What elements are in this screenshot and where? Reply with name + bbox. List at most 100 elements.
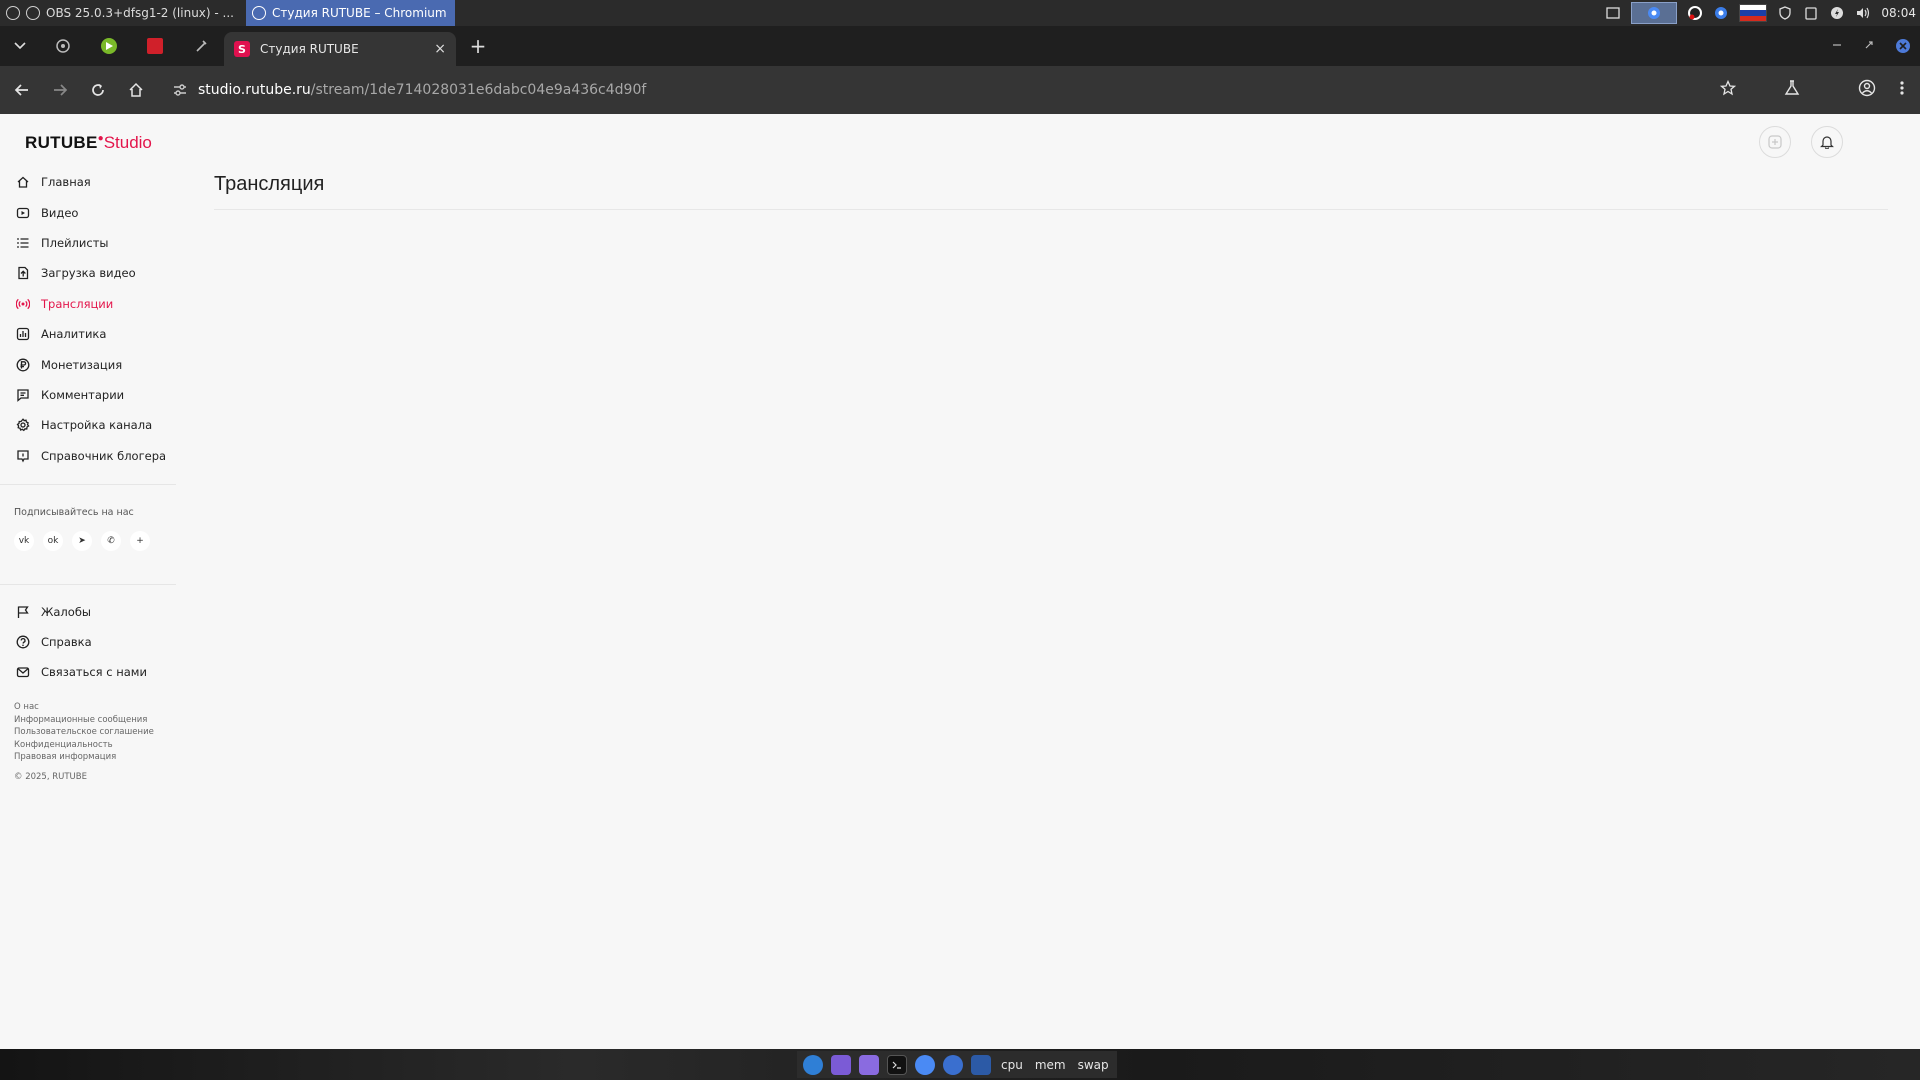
video-icon xyxy=(16,206,30,220)
comment-icon xyxy=(16,388,30,402)
window-controls xyxy=(1832,39,1920,53)
sidebar-item-analytics[interactable]: Аналитика xyxy=(0,319,178,349)
notifications-button[interactable] xyxy=(1811,126,1843,158)
footer-link[interactable]: Конфиденциальность xyxy=(14,739,154,752)
browser-dock-icon[interactable] xyxy=(943,1054,963,1075)
sidebar-item-upload[interactable]: Загрузка видео xyxy=(0,258,178,288)
sidebar-item-help[interactable]: Справка xyxy=(0,627,178,657)
record-extension-button[interactable] xyxy=(132,26,178,66)
taskbar-item-obs[interactable]: OBS 25.0.3+dfsg1-2 (linux) - ... xyxy=(0,0,242,26)
sidebar-item-ruble[interactable]: Монетизация xyxy=(0,349,178,379)
title-divider xyxy=(214,209,1888,210)
swap-monitor[interactable]: swap xyxy=(1076,1058,1111,1072)
sidebar-item-label: Плейлисты xyxy=(41,235,109,250)
chevron-down-icon xyxy=(14,42,26,50)
rutube-favicon-icon: S xyxy=(234,41,250,57)
sidebar-item-comment[interactable]: Комментарии xyxy=(0,380,178,410)
minimize-icon[interactable] xyxy=(1832,39,1842,53)
rutube-studio-logo[interactable]: RUTUBE●Studio xyxy=(25,133,152,153)
play-extension-button[interactable] xyxy=(86,26,132,66)
chromium-tray-icon[interactable] xyxy=(1631,2,1678,24)
reload-icon xyxy=(92,84,104,96)
chromium-dock-icon[interactable] xyxy=(915,1054,935,1075)
sidebar-item-flag[interactable]: Жалобы xyxy=(0,597,178,627)
kebab-menu-icon[interactable] xyxy=(1900,80,1904,100)
profile-icon[interactable] xyxy=(1858,79,1876,101)
ruble-icon xyxy=(16,358,30,372)
sidebar-item-broadcast[interactable]: Трансляции xyxy=(0,289,178,319)
new-tab-button[interactable]: + xyxy=(460,29,496,63)
footer-link[interactable]: Правовая информация xyxy=(14,751,154,764)
sidebar-item-list[interactable]: Плейлисты xyxy=(0,228,178,258)
terminal-icon[interactable] xyxy=(887,1054,907,1075)
labs-flask-icon[interactable] xyxy=(1784,80,1800,100)
footer-links: О нас Информационные сообщения Пользовател… xyxy=(14,701,154,764)
sidebar-item-label: Главная xyxy=(41,175,91,190)
sidebar-divider xyxy=(0,584,176,585)
back-button[interactable] xyxy=(4,72,40,108)
more-icon[interactable]: + xyxy=(130,531,150,551)
sidebar-item-home[interactable]: Главная xyxy=(0,167,178,197)
close-tab-icon[interactable]: × xyxy=(434,41,446,57)
page-title: Трансляция xyxy=(214,173,325,195)
keyboard-layout-flag-icon[interactable] xyxy=(1739,4,1768,22)
power-icon[interactable] xyxy=(1829,5,1845,21)
extension-button[interactable] xyxy=(40,26,86,66)
address-bar[interactable]: studio.rutube.ru/stream/1de714028031e6da… xyxy=(160,72,1720,108)
clipboard-icon[interactable] xyxy=(1803,5,1819,21)
vk-icon[interactable]: vk xyxy=(14,531,34,551)
sidebar: RUTUBE●Studio Главная Видео Плейлисты Загру… xyxy=(0,114,178,1049)
mail-icon xyxy=(16,665,30,679)
clock[interactable]: 08:04 xyxy=(1881,6,1916,20)
footer-link[interactable]: Информационные сообщения xyxy=(14,714,154,727)
footer-link[interactable]: О нас xyxy=(14,701,154,714)
sidebar-item-settings[interactable]: Настройка канала xyxy=(0,410,178,440)
sidebar-item-guide[interactable]: Справочник блогера xyxy=(0,441,178,471)
home-button[interactable] xyxy=(118,72,154,108)
memory-monitor[interactable]: mem xyxy=(1033,1058,1068,1072)
record-icon xyxy=(147,38,163,54)
screenshot-icon[interactable] xyxy=(971,1054,991,1075)
restore-icon[interactable] xyxy=(1864,39,1874,53)
telegram-icon[interactable]: ➤ xyxy=(72,531,92,551)
sidebar-item-video[interactable]: Видео xyxy=(0,197,178,227)
url-host: studio.rutube.ru xyxy=(198,82,311,98)
browser-tab-strip: S Студия RUTUBE × + xyxy=(0,26,1920,66)
workspace-icon[interactable] xyxy=(831,1054,851,1075)
shield-icon[interactable] xyxy=(1777,5,1793,21)
copyright: © 2025, RUTUBE xyxy=(14,772,87,782)
add-content-button[interactable] xyxy=(1759,126,1791,158)
footer-link[interactable]: Пользовательское соглашение xyxy=(14,726,154,739)
window-icon[interactable] xyxy=(1605,5,1621,21)
bookmark-star-icon[interactable] xyxy=(1719,79,1737,100)
puzzle-icon xyxy=(56,39,70,53)
add-icon xyxy=(1768,135,1782,149)
arrow-left-icon xyxy=(14,84,28,96)
os-top-panel: OBS 25.0.3+dfsg1-2 (linux) - ... Студия … xyxy=(0,0,1920,26)
tool-extension-button[interactable] xyxy=(178,26,224,66)
taskbar-item-chromium[interactable]: Студия RUTUBE – Chromium xyxy=(246,0,455,26)
site-info-icon[interactable] xyxy=(172,82,188,98)
viber-icon[interactable]: ✆ xyxy=(101,531,121,551)
chromium-small-icon[interactable] xyxy=(1713,5,1729,21)
sidebar-item-label: Настройка канала xyxy=(41,418,153,433)
home-icon xyxy=(129,82,143,97)
window-close-icon[interactable] xyxy=(1896,39,1910,53)
browser-tab[interactable]: S Студия RUTUBE × xyxy=(224,32,456,66)
reload-button[interactable] xyxy=(80,72,116,108)
cpu-monitor[interactable]: cpu xyxy=(999,1058,1025,1072)
obs-tray-icon[interactable] xyxy=(1687,5,1703,21)
dock: cpu mem swap xyxy=(797,1051,1117,1078)
sidebar-item-label: Видео xyxy=(41,205,79,220)
ok-icon[interactable]: ok xyxy=(43,531,63,551)
forward-button[interactable] xyxy=(42,72,78,108)
folder-icon[interactable] xyxy=(859,1054,879,1075)
app-launcher-icon[interactable] xyxy=(803,1054,823,1075)
follow-us-label: Подписывайтесь на нас xyxy=(14,507,134,518)
sidebar-bottom-menu: Жалобы Справка Связаться с нами xyxy=(0,597,178,687)
sidebar-item-mail[interactable]: Связаться с нами xyxy=(0,657,178,687)
tab-search-button[interactable] xyxy=(0,26,40,66)
menu-icon[interactable] xyxy=(6,6,20,20)
volume-icon[interactable] xyxy=(1855,5,1871,21)
flag-icon xyxy=(16,605,30,619)
